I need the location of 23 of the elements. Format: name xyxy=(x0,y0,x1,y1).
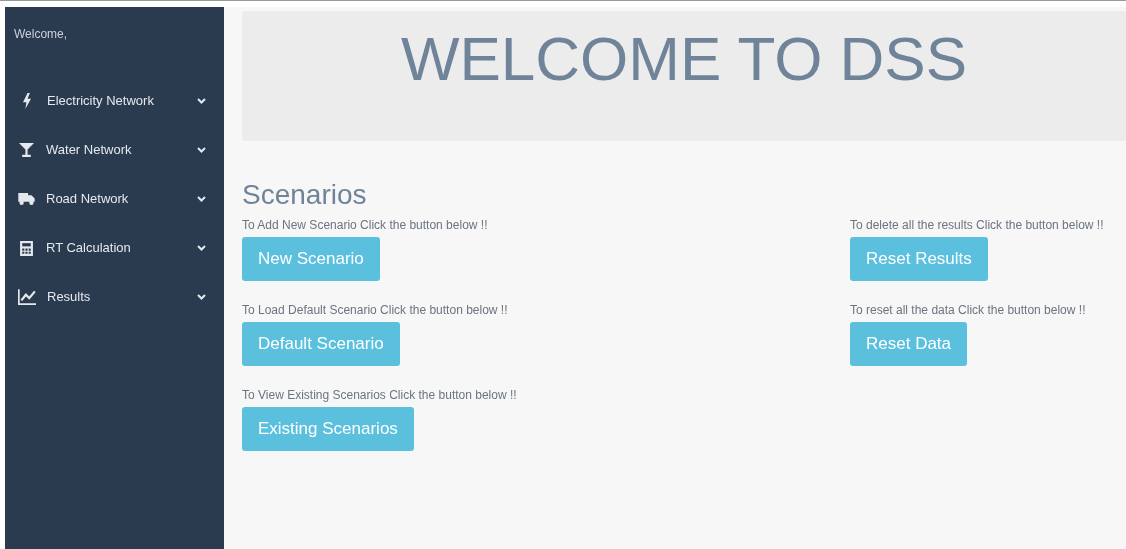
truck-icon xyxy=(18,193,35,205)
sidebar-item[interactable]: Electricity Network xyxy=(18,89,206,113)
sidebar-item[interactable]: Road Network xyxy=(18,187,206,211)
page-title: WELCOME TO DSS xyxy=(400,23,968,95)
instruction-text: To delete all the results Click the button below !! xyxy=(850,218,1104,232)
line-chart-icon xyxy=(18,289,36,305)
chevron-down-icon xyxy=(197,245,206,251)
sidebar-item[interactable]: Water Network xyxy=(18,138,206,162)
chevron-down-icon xyxy=(197,147,206,153)
instruction-text: To View Existing Scenarios Click the button below !! xyxy=(242,388,517,402)
sidebar-item[interactable]: RT Calculation xyxy=(18,236,206,260)
sidebar-item[interactable]: Results xyxy=(18,285,206,309)
chevron-down-icon xyxy=(197,294,206,300)
chevron-down-icon xyxy=(197,98,206,104)
section-heading: Scenarios xyxy=(242,179,367,211)
lightning-icon xyxy=(23,93,31,109)
instruction-text: To Add New Scenario Click the button below !! xyxy=(242,218,488,232)
calculator-icon xyxy=(20,240,33,256)
welcome-text: Welcome, xyxy=(13,26,69,43)
instruction-text: To reset all the data Click the button below !! xyxy=(850,303,1086,317)
glass-icon xyxy=(19,143,34,157)
chevron-down-icon xyxy=(197,196,206,202)
instruction-text: To Load Default Scenario Click the button below !! xyxy=(242,303,508,317)
